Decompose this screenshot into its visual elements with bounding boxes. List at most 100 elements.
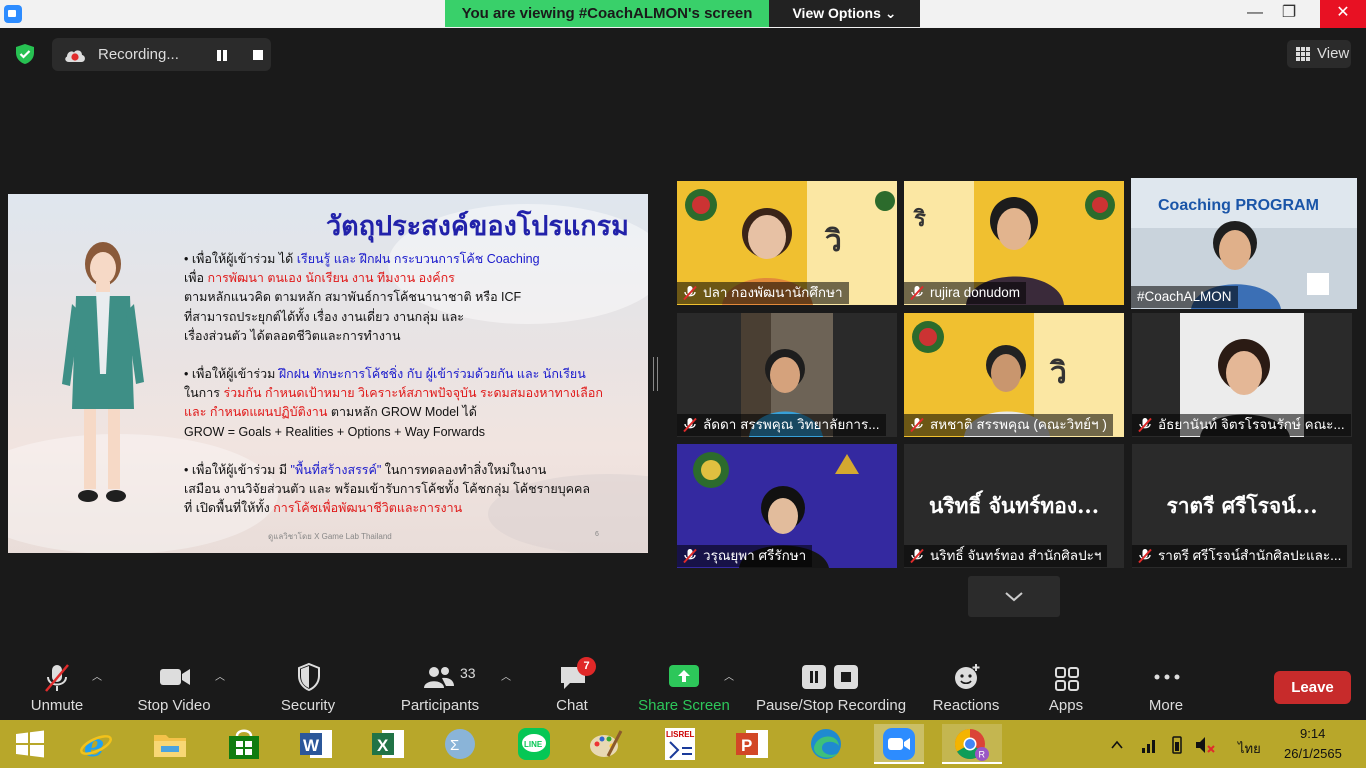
- windows-start-button[interactable]: [8, 724, 52, 764]
- view-label: View: [1317, 45, 1350, 62]
- clock-date[interactable]: 26/1/2565: [1284, 746, 1342, 761]
- panel-splitter-handle[interactable]: [653, 357, 658, 391]
- slide-text-line: GROW = Goals + Realities + Options + Way…: [184, 424, 486, 439]
- svg-text:วิ: วิ: [1049, 357, 1067, 390]
- stop-video-button[interactable]: Stop Video: [130, 654, 218, 720]
- unmute-button[interactable]: Unmute: [18, 654, 96, 720]
- active-speaker-tile[interactable]: Coaching PROGRAM #CoachALMON: [1131, 178, 1357, 309]
- apps-icon: [1055, 667, 1079, 691]
- muted-microphone-icon: [45, 664, 69, 692]
- participant-tile[interactable]: นริทธิ์ จันทร์ทอง... นริทธิ์ จันทร์ทอง ส…: [904, 444, 1124, 568]
- close-button[interactable]: ✕: [1320, 0, 1366, 28]
- svg-text:X: X: [377, 736, 389, 755]
- muted-mic-icon: [683, 548, 697, 564]
- taskbar-line[interactable]: LINE: [512, 724, 556, 764]
- volume-muted-icon[interactable]: [1196, 737, 1215, 753]
- show-hidden-icons-icon[interactable]: [1111, 740, 1123, 749]
- more-dots-icon: [1154, 674, 1180, 680]
- view-layout-button[interactable]: View: [1287, 40, 1351, 68]
- pause-stop-recording-button[interactable]: Pause/Stop Recording: [752, 654, 910, 720]
- participants-options-caret[interactable]: ︿: [501, 668, 511, 683]
- stop-recording-button[interactable]: [246, 44, 270, 66]
- participants-count: 33: [460, 665, 476, 681]
- slide-title: วัตถุประสงค์ของโปรแกรม: [326, 211, 629, 241]
- taskbar-zoom[interactable]: [874, 724, 924, 764]
- taskbar-chrome[interactable]: R: [942, 724, 1002, 764]
- excel-icon: X: [372, 730, 404, 758]
- participant-tile[interactable]: วรุณยุพา ศรีรักษา: [677, 444, 897, 568]
- smiley-plus-icon: [955, 664, 980, 689]
- security-shield-icon: [298, 662, 320, 692]
- share-options-caret[interactable]: ︿: [724, 668, 734, 683]
- muted-mic-icon: [1138, 417, 1152, 433]
- participant-name: ลัดดา สรรพคุณ วิทยาลัยการ...: [677, 414, 886, 436]
- gallery-next-page-button[interactable]: [968, 576, 1060, 617]
- participant-display-name: นริทธิ์ จันทร์ทอง...: [928, 493, 1100, 518]
- participant-tile[interactable]: ริ rujira donudom: [904, 181, 1124, 305]
- participants-icon: [424, 667, 454, 688]
- more-button[interactable]: More: [1136, 654, 1196, 720]
- taskbar-excel[interactable]: X: [366, 724, 410, 764]
- participant-tile[interactable]: อัธยานันท์ จิตรโรจนรักษ์ คณะ...: [1132, 313, 1352, 437]
- participant-tile[interactable]: ราตรี ศรีโรจน์... ราตรี ศรีโรจน์สำนักศิล…: [1132, 444, 1352, 568]
- taskbar-lisrel[interactable]: LISREL: [658, 724, 702, 764]
- taskbar-microsoft-store[interactable]: [222, 724, 266, 764]
- folder-icon: [154, 735, 186, 757]
- participants-button[interactable]: Participants: [394, 654, 486, 720]
- viewing-banner: You are viewing #CoachALMON's screen Vie…: [445, 0, 920, 27]
- recording-label: Recording...: [98, 46, 179, 63]
- participant-name: วรุณยุพา ศรีรักษา: [677, 545, 813, 567]
- slide-text-line: ที่ เปิดพื้นที่ให้ทั้ง การโค้ชเพื่อพัฒนา…: [184, 501, 463, 516]
- slide-text-line: และ กำหนดแผนปฏิบัติงาน ตามหลัก GROW Mode…: [184, 405, 477, 420]
- line-app-icon: LINE: [518, 728, 550, 760]
- svg-text:P: P: [741, 736, 752, 755]
- network-signal-icon[interactable]: [1142, 740, 1155, 753]
- clock-time[interactable]: 9:14: [1300, 726, 1325, 741]
- chrome-icon: R: [954, 729, 989, 761]
- share-screen-button[interactable]: Share Screen: [636, 654, 732, 720]
- slide-objective-3: • เพื่อให้ผู้เข้าร่วม มี "พื้นที่สร้างสร…: [184, 461, 590, 519]
- svg-text:W: W: [303, 736, 320, 755]
- taskbar-powerpoint[interactable]: P: [730, 724, 774, 764]
- taskbar-paint[interactable]: [584, 724, 628, 764]
- svg-text:Σ: Σ: [450, 737, 459, 754]
- reactions-button[interactable]: Reactions: [928, 654, 1004, 720]
- view-options-button[interactable]: View Options ⌄: [769, 0, 920, 27]
- battery-icon[interactable]: [1172, 736, 1182, 754]
- maximize-button[interactable]: ❐: [1266, 0, 1312, 28]
- svg-text:R: R: [979, 750, 986, 760]
- slide-objective-1: • เพื่อให้ผู้เข้าร่วม ได้ เรียนรู้ และ ฝ…: [184, 250, 540, 346]
- participant-name: #CoachALMON: [1131, 286, 1238, 308]
- taskbar-file-explorer[interactable]: [148, 724, 192, 764]
- muted-mic-icon: [910, 417, 924, 433]
- internet-explorer-icon: e: [80, 726, 112, 762]
- input-language[interactable]: ไทย: [1238, 738, 1261, 759]
- slide-text-line: ในการ ร่วมกัน กำหนดเป้าหมาย วิเคราะห์สภา…: [184, 386, 603, 401]
- participant-name: ปลา กองพัฒนานักศึกษา: [677, 282, 849, 304]
- taskbar-math-input[interactable]: Σ: [438, 724, 482, 764]
- video-options-caret[interactable]: ︿: [215, 668, 225, 683]
- pause-stop-icons: [802, 665, 858, 689]
- apps-button[interactable]: Apps: [1036, 654, 1096, 720]
- taskbar-word[interactable]: W: [294, 724, 338, 764]
- slide-text-line: • เพื่อให้ผู้เข้าร่วม ได้ เรียนรู้ และ ฝ…: [184, 252, 540, 266]
- encryption-shield-icon[interactable]: [14, 43, 36, 65]
- participant-tile[interactable]: ลัดดา สรรพคุณ วิทยาลัยการ...: [677, 313, 897, 437]
- audio-options-caret[interactable]: ︿: [92, 668, 102, 683]
- participant-tile[interactable]: วิ ปลา กองพัฒนานักศึกษา: [677, 181, 897, 305]
- svg-text:LISREL: LISREL: [666, 730, 695, 739]
- powerpoint-icon: P: [736, 730, 768, 758]
- participant-tile[interactable]: วิ สหชาติ สรรพคุณ (คณะวิทย์ฯ ): [904, 313, 1124, 437]
- security-button[interactable]: Security: [270, 654, 346, 720]
- taskbar-internet-explorer[interactable]: e: [74, 724, 118, 764]
- pause-recording-button[interactable]: [210, 44, 234, 66]
- muted-mic-icon: [683, 417, 697, 433]
- svg-text:วิ: วิ: [824, 225, 842, 258]
- slide-text-line: เพื่อ การพัฒนา ตนเอง นักเรียน งาน ทีมงาน…: [184, 271, 455, 286]
- leave-meeting-button[interactable]: Leave: [1274, 671, 1351, 704]
- edge-icon: [811, 729, 841, 759]
- participant-name: ราตรี ศรีโรจน์สำนักศิลปะและ...: [1132, 545, 1348, 567]
- math-input-icon: Σ: [445, 729, 475, 759]
- taskbar-edge[interactable]: [804, 724, 848, 764]
- meeting-controls-toolbar: Unmute ︿ Stop Video ︿ Security Participa…: [0, 654, 1366, 720]
